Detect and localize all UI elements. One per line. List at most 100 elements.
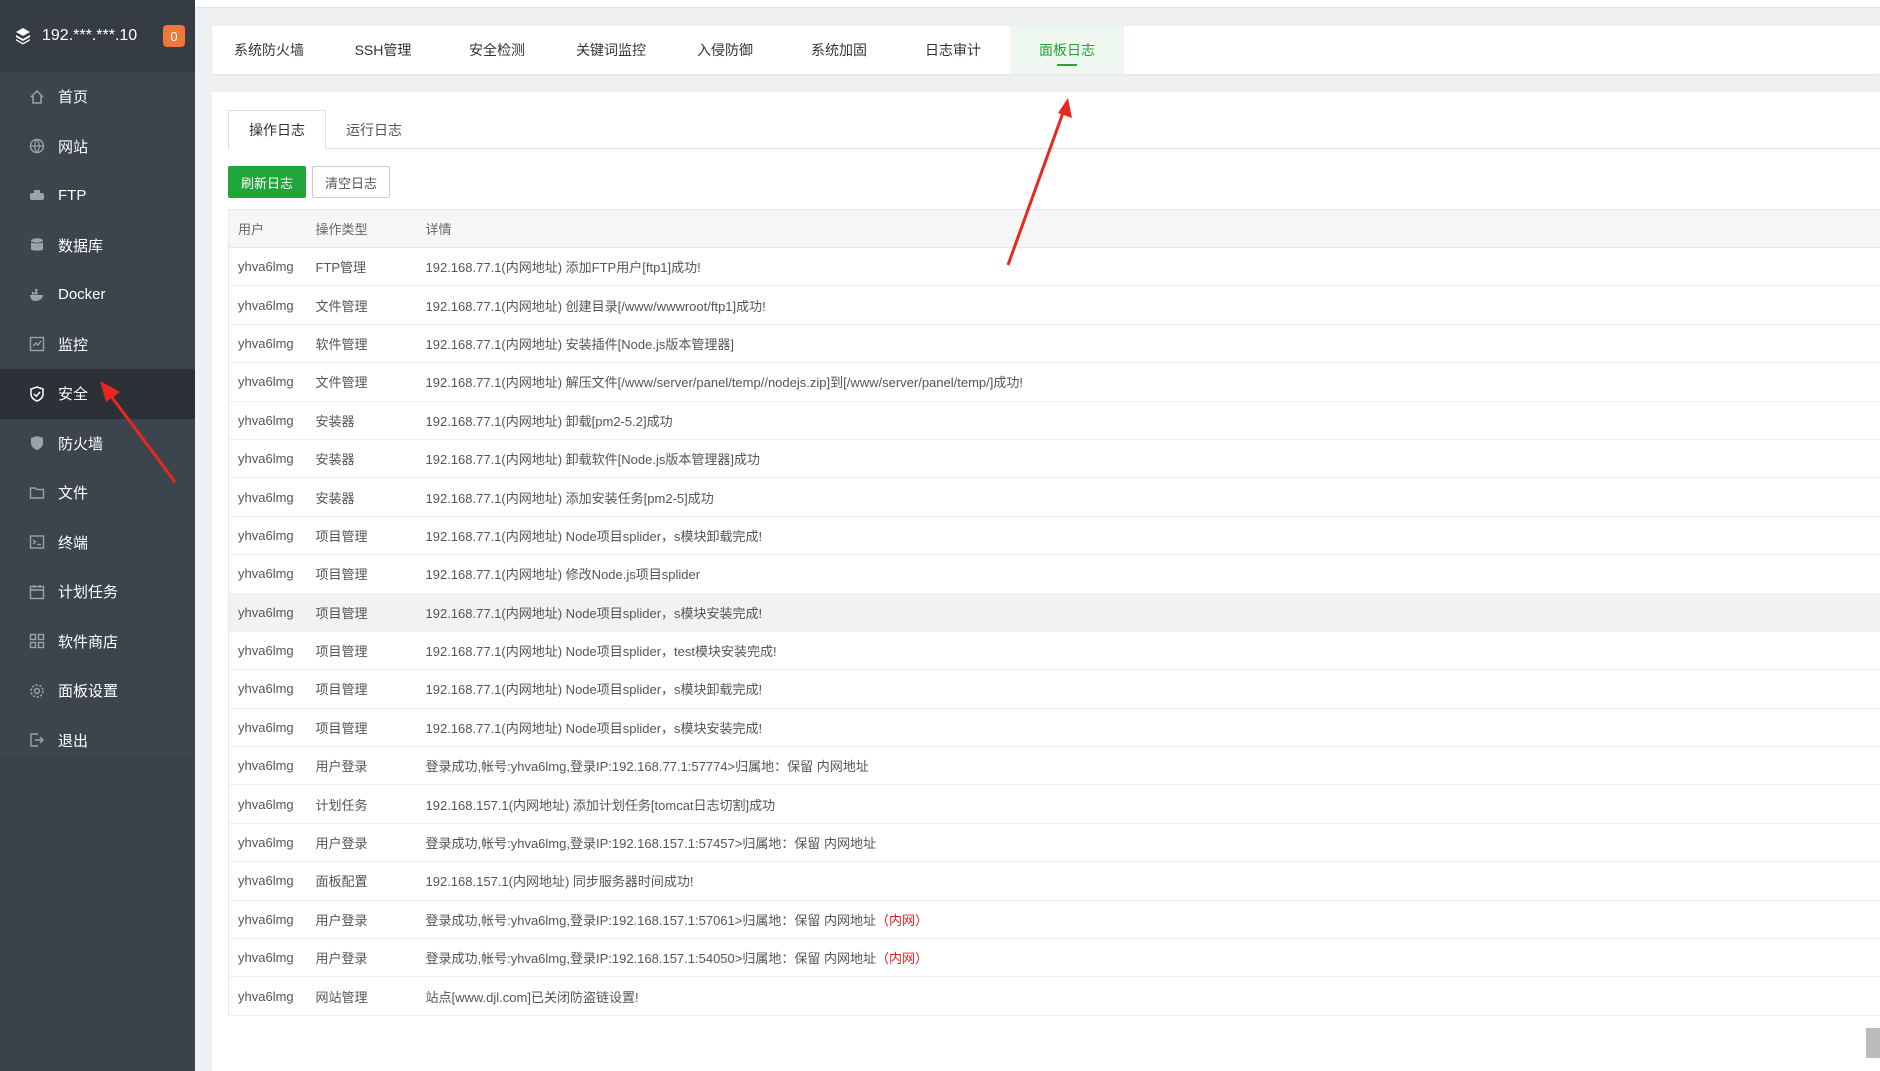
cell-user-text: yhva6lmg <box>238 527 294 543</box>
cell-user: yhva6lmg <box>228 554 307 594</box>
cell-detail: 192.168.77.1(内网地址) 卸载[pm2-5.2]成功 <box>416 401 1880 440</box>
refresh-log-button[interactable]: 刷新日志 <box>228 166 307 198</box>
cell-user-text: yhva6lmg <box>238 796 294 812</box>
cell-type: 项目管理 <box>306 631 417 671</box>
subtab-0[interactable]: 操作日志 <box>228 110 326 150</box>
cell-type-text: 网站管理 <box>315 989 368 1005</box>
cell-detail: 192.168.77.1(内网地址) Node项目splider，test模块安… <box>416 631 1880 671</box>
tab-3[interactable]: 关键词监控 <box>554 26 668 74</box>
cell-user: yhva6lmg <box>228 746 307 786</box>
tab-5[interactable]: 系统加固 <box>782 26 896 74</box>
cell-detail-text: 192.168.77.1(内网地址) Node项目splider，s模块安装完成… <box>425 720 763 736</box>
table-row: yhva6lmg 项目管理 192.168.77.1(内网地址) 修改Node.js… <box>228 554 1880 594</box>
sidebar-item-10[interactable]: 计划任务 <box>0 567 195 617</box>
tab-0[interactable]: 系统防火墙 <box>212 26 326 74</box>
sidebar-item-8[interactable]: 文件 <box>0 468 195 518</box>
sidebar-item-11[interactable]: 软件商店 <box>0 617 195 667</box>
cell-detail-text: 192.168.77.1(内网地址) 添加安装任务[pm2-5]成功 <box>425 490 714 506</box>
cell-type-text: 项目管理 <box>315 644 368 660</box>
sidebar-item-4[interactable]: Docker <box>0 270 195 320</box>
table-header-row: 用户 操作类型 详情 <box>228 209 1880 248</box>
cell-type: 项目管理 <box>306 554 417 594</box>
tab-6[interactable]: 日志审计 <box>896 26 1010 74</box>
table-row: yhva6lmg 项目管理 192.168.77.1(内网地址) Node项目spl… <box>228 669 1880 709</box>
cell-user-text: yhva6lmg <box>238 988 294 1004</box>
cell-detail-text: 192.168.77.1(内网地址) Node项目splider，s模块卸载完成… <box>425 528 763 544</box>
cell-type-text: 安装器 <box>315 413 355 429</box>
sidebar-item-5[interactable]: 监控 <box>0 320 195 370</box>
cell-detail-text: 192.168.77.1(内网地址) 卸载软件[Node.js版本管理器]成功 <box>425 452 760 468</box>
cell-user-text: yhva6lmg <box>238 412 294 428</box>
sidebar-item-1[interactable]: 网站 <box>0 122 195 172</box>
tab-1[interactable]: SSH管理 <box>326 26 440 74</box>
subtab-1[interactable]: 运行日志 <box>326 110 422 149</box>
cell-detail: 192.168.77.1(内网地址) 创建目录[/www/wwwroot/ftp… <box>416 285 1880 325</box>
sidebar-item-label: 面板设置 <box>58 683 119 701</box>
intranet-tag: （内网） <box>875 951 928 967</box>
cell-type-text: 用户登录 <box>315 759 368 775</box>
cell-user: yhva6lmg <box>228 285 307 325</box>
grid-apps-icon <box>28 632 46 650</box>
cell-type-text: 项目管理 <box>315 605 368 621</box>
clear-log-button[interactable]: 清空日志 <box>312 166 391 198</box>
cell-detail-text: 192.168.77.1(内网地址) 安装插件[Node.js版本管理器] <box>425 336 734 352</box>
cell-user-text: yhva6lmg <box>238 566 294 582</box>
cell-detail-text: 登录成功,帐号:yhva6lmg,登录IP:192.168.77.1:57774… <box>425 759 869 775</box>
top-strip <box>195 0 1880 8</box>
tab-7[interactable]: 面板日志 <box>1010 26 1124 74</box>
cell-type: 安装器 <box>306 477 417 517</box>
tab-2[interactable]: 安全检测 <box>440 26 554 74</box>
sidebar-item-2[interactable]: FTP <box>0 171 195 221</box>
cell-user-text: yhva6lmg <box>238 643 294 659</box>
cell-type-text: 用户登录 <box>315 951 368 967</box>
cell-type-text: 安装器 <box>315 490 355 506</box>
cell-user-text: yhva6lmg <box>238 297 294 313</box>
sidebar-item-label: 退出 <box>58 732 89 750</box>
sidebar-item-0[interactable]: 首页 <box>0 72 195 122</box>
cell-detail-text: 192.168.77.1(内网地址) Node项目splider，s模块安装完成… <box>425 605 763 621</box>
sidebar-item-9[interactable]: 终端 <box>0 518 195 568</box>
cell-detail: 192.168.77.1(内网地址) 卸载软件[Node.js版本管理器]成功 <box>416 439 1880 479</box>
cell-type: 项目管理 <box>306 593 417 632</box>
cell-detail: 192.168.77.1(内网地址) 添加FTP用户[ftp1]成功! <box>416 247 1880 287</box>
sidebar-item-7[interactable]: 防火墙 <box>0 419 195 469</box>
scrollbar-thumb[interactable] <box>1866 1028 1880 1058</box>
cell-user: yhva6lmg <box>228 593 307 632</box>
cell-detail: 登录成功,帐号:yhva6lmg,登录IP:192.168.157.1:5405… <box>416 938 1880 978</box>
table-row: yhva6lmg 安装器 192.168.77.1(内网地址) 添加安装任务[pm2… <box>228 477 1880 517</box>
cell-user-text: yhva6lmg <box>238 873 294 889</box>
cell-detail-text: 登录成功,帐号:yhva6lmg,登录IP:192.168.157.1:5706… <box>425 912 876 928</box>
log-subtabs: 操作日志 运行日志 <box>228 110 1880 150</box>
cell-user-text: yhva6lmg <box>238 451 294 467</box>
monitor-icon <box>28 335 46 353</box>
table-row: yhva6lmg 文件管理 192.168.77.1(内网地址) 解压文件[/www… <box>228 362 1880 402</box>
cell-detail: 192.168.77.1(内网地址) 安装插件[Node.js版本管理器] <box>416 324 1880 364</box>
cell-user: yhva6lmg <box>228 823 307 863</box>
cell-user-text: yhva6lmg <box>238 758 294 774</box>
cell-type: 文件管理 <box>306 285 417 325</box>
cell-type: 计划任务 <box>306 784 417 824</box>
docker-icon <box>28 286 46 304</box>
log-table: 用户 操作类型 详情 yhva6lmg FTP管理 192.168.77.1(内网地… <box>228 209 1880 1016</box>
calendar-icon <box>28 583 46 601</box>
cell-type: 软件管理 <box>306 324 417 364</box>
sidebar-item-3[interactable]: 数据库 <box>0 221 195 271</box>
server-header[interactable]: 192.***.***.10 0 <box>0 0 195 72</box>
table-row: yhva6lmg 网站管理 站点[www.djl.com]已关闭防盗链设置! <box>228 976 1880 1016</box>
log-actions: 刷新日志 清空日志 <box>228 166 391 198</box>
tab-4[interactable]: 入侵防御 <box>668 26 782 74</box>
cell-user-text: yhva6lmg <box>238 374 294 390</box>
cell-user: yhva6lmg <box>228 784 307 824</box>
sidebar-item-6[interactable]: 安全 <box>0 369 195 419</box>
cell-user-text: yhva6lmg <box>238 259 294 275</box>
notification-badge[interactable]: 0 <box>163 25 185 47</box>
cell-type-text: FTP管理 <box>315 260 367 276</box>
cell-type: 用户登录 <box>306 823 417 863</box>
cell-detail: 192.168.77.1(内网地址) 添加安装任务[pm2-5]成功 <box>416 477 1880 517</box>
sidebar-item-12[interactable]: 面板设置 <box>0 666 195 716</box>
cell-user: yhva6lmg <box>228 477 307 517</box>
sidebar-bottom <box>0 757 195 1071</box>
cell-type: 项目管理 <box>306 516 417 556</box>
cell-user: yhva6lmg <box>228 976 307 1016</box>
security-tabs: 系统防火墙 SSH管理 安全检测 关键词监控 入侵防御 系统加固 日志审计 面板日志 <box>212 26 1880 74</box>
